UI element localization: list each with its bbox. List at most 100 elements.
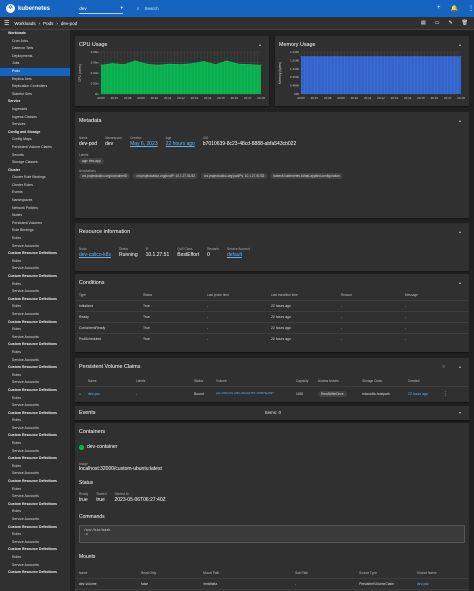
namespace-select[interactable]: dev ▾: [79, 4, 123, 14]
sidebar-item-events[interactable]: Events: [0, 189, 70, 197]
sidebar-section-custom-resource-definitions[interactable]: Custom Resource Definitions: [0, 341, 70, 349]
sidebar-section-custom-resource-definitions[interactable]: Custom Resource Definitions: [0, 546, 70, 554]
sidebar-item-roles[interactable]: Roles: [0, 395, 70, 403]
sidebar-item-service-accounts[interactable]: Service Accounts: [0, 265, 70, 273]
sidebar-item-jobs[interactable]: Jobs: [0, 60, 70, 68]
sidebar-section-custom-resource-definitions[interactable]: Custom Resource Definitions: [0, 501, 70, 509]
sidebar-section-custom-resource-definitions[interactable]: Custom Resource Definitions: [0, 319, 70, 327]
sidebar-item-services[interactable]: Services: [0, 121, 70, 129]
collapse-icon[interactable]: ▴: [459, 364, 461, 369]
sidebar-item-service-accounts[interactable]: Service Accounts: [0, 425, 70, 433]
collapse-icon[interactable]: ▴: [259, 42, 261, 47]
pvc-cell[interactable]: 22 hours ago: [405, 392, 443, 396]
mount-cell[interactable]: dev-pvc: [413, 582, 465, 586]
annotation-chip[interactable]: kubectl.kubernetes.io/last-applied-confi…: [270, 173, 343, 179]
sidebar-item-cron-jobs[interactable]: Cron Jobs: [0, 38, 70, 46]
sidebar-item-service-accounts[interactable]: Service Accounts: [0, 539, 70, 547]
sidebar-item-cluster-roles[interactable]: Cluster Roles: [0, 182, 70, 190]
sidebar-item-service-accounts[interactable]: Service Accounts: [0, 493, 70, 501]
sidebar-item-roles[interactable]: Roles: [0, 349, 70, 357]
sidebar-item-service-accounts[interactable]: Service Accounts: [0, 470, 70, 478]
sidebar-item-namespaces[interactable]: Namespaces: [0, 197, 70, 205]
search-input[interactable]: Search: [144, 6, 158, 11]
sidebar-item-roles[interactable]: Roles: [0, 463, 70, 471]
more-vert-icon[interactable]: ⋮: [443, 391, 448, 397]
collapse-icon[interactable]: ▴: [459, 280, 461, 285]
sidebar-section-custom-resource-definitions[interactable]: Custom Resource Definitions: [0, 273, 70, 281]
sidebar-item-deployments[interactable]: Deployments: [0, 53, 70, 61]
sidebar-item-service-accounts[interactable]: Service Accounts: [0, 288, 70, 296]
exec-icon[interactable]: ▭: [435, 20, 440, 26]
sidebar-item-network-policies[interactable]: Network Policies: [0, 205, 70, 213]
sidebar-section-custom-resource-definitions[interactable]: Custom Resource Definitions: [0, 569, 70, 577]
breadcrumb-pods[interactable]: Pods: [43, 21, 53, 26]
sidebar-item-roles[interactable]: Roles: [0, 531, 70, 539]
sidebar-item-storage-classes[interactable]: Storage Classes: [0, 159, 70, 167]
sidebar-section-custom-resource-definitions[interactable]: Custom Resource Definitions: [0, 524, 70, 532]
sidebar-item-roles[interactable]: Roles: [0, 417, 70, 425]
annotation-chip[interactable]: cni.projectcalico.org/podIP: 10.1.27.51/…: [133, 173, 199, 179]
sidebar-item-replication-controllers[interactable]: Replication Controllers: [0, 83, 70, 91]
sidebar-section-custom-resource-definitions[interactable]: Custom Resource Definitions: [0, 410, 70, 418]
expand-icon[interactable]: ▾: [459, 410, 461, 415]
delete-icon[interactable]: 🗑: [462, 20, 468, 26]
sidebar-item-service-accounts[interactable]: Service Accounts: [0, 516, 70, 524]
sidebar-item-service-accounts[interactable]: Service Accounts: [0, 311, 70, 319]
sidebar-section-config-and-storage[interactable]: Config and Storage: [0, 129, 70, 137]
collapse-icon[interactable]: ▴: [459, 42, 461, 47]
sidebar-item-ingress-classes[interactable]: Ingress Classes: [0, 114, 70, 122]
sidebar-item-service-accounts[interactable]: Service Accounts: [0, 243, 70, 251]
sidebar-item-replica-sets[interactable]: Replica Sets: [0, 76, 70, 84]
more-vert-icon[interactable]: ⋮: [468, 5, 474, 12]
sidebar-item-config-maps[interactable]: Config Maps: [0, 136, 70, 144]
breadcrumb-workloads[interactable]: Workloads: [14, 21, 35, 26]
sidebar-item-roles[interactable]: Roles: [0, 258, 70, 266]
sidebar-item-roles[interactable]: Roles: [0, 554, 70, 562]
sidebar-section-custom-resource-definitions[interactable]: Custom Resource Definitions: [0, 455, 70, 463]
sidebar-section-custom-resource-definitions[interactable]: Custom Resource Definitions: [0, 478, 70, 486]
resource-field-value[interactable]: default: [227, 252, 250, 258]
metadata-field-value[interactable]: 22 hours ago: [166, 141, 195, 147]
sidebar-section-custom-resource-definitions[interactable]: Custom Resource Definitions: [0, 296, 70, 304]
sidebar-section-service[interactable]: Service: [0, 98, 70, 106]
container-header[interactable]: ✓ dev-container: [79, 444, 117, 450]
plus-icon[interactable]: +: [437, 5, 441, 12]
edit-icon[interactable]: ✎: [448, 20, 452, 26]
collapse-icon[interactable]: ▴: [459, 229, 461, 234]
sidebar-item-pods[interactable]: Pods: [0, 67, 70, 76]
sidebar-item-roles[interactable]: Roles: [0, 281, 70, 289]
sidebar-item-secrets[interactable]: Secrets: [0, 152, 70, 160]
sidebar-section-custom-resource-definitions[interactable]: Custom Resource Definitions: [0, 250, 70, 258]
sidebar-section-custom-resource-definitions[interactable]: Custom Resource Definitions: [0, 387, 70, 395]
sidebar-item-daemon-sets[interactable]: Daemon Sets: [0, 45, 70, 53]
sidebar-item-roles[interactable]: Roles: [0, 326, 70, 334]
sidebar-item-service-accounts[interactable]: Service Accounts: [0, 379, 70, 387]
logs-icon[interactable]: ▤: [421, 20, 426, 26]
sidebar-item-service-accounts[interactable]: Service Accounts: [0, 357, 70, 365]
sidebar-item-roles[interactable]: Roles: [0, 303, 70, 311]
brand-logo[interactable]: ✲ kubernetes: [6, 4, 71, 13]
sidebar-item-ingresses[interactable]: Ingresses: [0, 106, 70, 114]
sidebar-section-cluster[interactable]: Cluster: [0, 167, 70, 175]
sidebar-item-roles[interactable]: Roles: [0, 372, 70, 380]
sidebar-section-custom-resource-definitions[interactable]: Custom Resource Definitions: [0, 432, 70, 440]
sidebar-item-service-accounts[interactable]: Service Accounts: [0, 448, 70, 456]
resource-field-value[interactable]: dev-calico-k8s: [79, 252, 111, 258]
sidebar-item-roles[interactable]: Roles: [0, 235, 70, 243]
sidebar-item-persistent-volumes[interactable]: Persistent Volumes: [0, 220, 70, 228]
sidebar-item-service-accounts[interactable]: Service Accounts: [0, 562, 70, 570]
sidebar-item-roles[interactable]: Roles: [0, 508, 70, 516]
annotation-chip[interactable]: cni.projectcalico.org/podIPs: 10.1.27.51…: [201, 173, 268, 179]
filter-icon[interactable]: ≡: [443, 364, 445, 369]
sidebar-item-service-accounts[interactable]: Service Accounts: [0, 334, 70, 342]
sidebar-section-custom-resource-definitions[interactable]: Custom Resource Definitions: [0, 364, 70, 372]
metadata-field-value[interactable]: May 6, 2023: [130, 141, 158, 147]
pvc-cell[interactable]: pvc-e5f7c4f1-2f1b-40e4-b757-1f33f74e9bf7: [213, 392, 293, 395]
annotation-chip[interactable]: cni.projectcalico.org/containerID: [79, 173, 131, 179]
sidebar-section-workloads[interactable]: Workloads: [0, 30, 70, 38]
sidebar-item-role-bindings[interactable]: Role Bindings: [0, 227, 70, 235]
sidebar-item-persistent-volume-claims[interactable]: Persistent Volume Claims: [0, 144, 70, 152]
collapse-icon[interactable]: ▴: [459, 118, 461, 123]
label-chip[interactable]: app: dev-app: [79, 158, 104, 164]
search-box[interactable]: ⌕ Search: [137, 6, 424, 11]
